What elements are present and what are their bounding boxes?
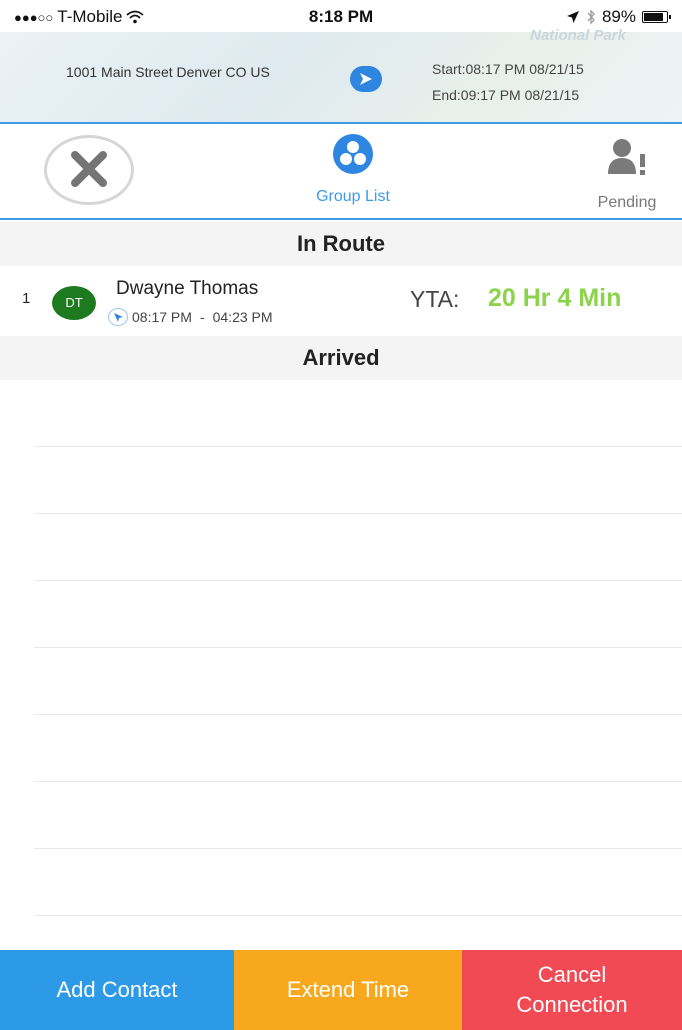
bluetooth-icon [587,9,595,25]
time-window: Start:08:17 PM 08/21/15 End:09:17 PM 08/… [432,56,584,108]
tab-pending-label: Pending [597,194,657,211]
close-icon [71,151,107,187]
route-separator: - [199,309,205,325]
route-start-time: 08:17 PM [132,309,192,325]
close-button[interactable] [44,135,134,205]
route-end-time: 04:23 PM [212,309,273,325]
contact-name: Dwayne Thomas [116,278,259,299]
tab-pending[interactable]: Pending [574,136,680,216]
navigate-arrow-icon[interactable] [350,66,382,92]
extend-time-button[interactable]: Extend Time [234,950,462,1030]
list-divider [34,580,682,581]
list-divider [34,848,682,849]
tab-group-list[interactable]: Group List [290,134,416,214]
cancel-line-2: Connection [516,992,628,1017]
section-arrived: Arrived [0,336,682,380]
cancel-line-1: Cancel [537,962,607,987]
status-right: 89% [566,7,671,27]
start-time: Start:08:17 PM 08/21/15 [432,61,584,77]
cancel-connection-label: Cancel Connection [516,960,627,1020]
battery-percent: 89% [601,7,636,26]
extend-time-label: Extend Time [286,977,410,1002]
battery-icon [642,11,671,23]
yta-label: YTA: [410,286,460,312]
end-time: End:09:17 PM 08/21/15 [432,87,580,103]
list-divider [34,446,682,447]
navigation-arrow-icon [108,308,128,326]
list-divider [34,714,682,715]
cancel-connection-button[interactable]: Cancel Connection [462,950,682,1030]
location-arrow-icon [566,11,579,23]
tab-row: Group List Pending [0,126,682,220]
list-divider [34,781,682,782]
add-contact-button[interactable]: Add Contact [0,950,234,1030]
yta-value: 20 Hr 4 Min [488,284,622,312]
row-index: 1 [22,290,31,307]
map-watermark: National Park [530,27,626,44]
list-divider [34,513,682,514]
avatar: DT [52,286,96,320]
pending-user-icon [604,136,650,180]
list-divider [34,915,682,916]
group-icon [333,134,373,174]
map-header[interactable]: National Park 1001 Main Street Denver CO… [0,28,682,124]
tab-group-list-label: Group List [316,188,390,205]
section-in-route: In Route [0,222,682,266]
list-item[interactable]: 1 DT Dwayne Thomas 08:17 PM - 04:23 PM Y… [0,266,682,334]
list-divider [34,647,682,648]
add-contact-label: Add Contact [56,977,178,1002]
arrived-list [0,380,682,948]
route-times: 08:17 PM - 04:23 PM [108,308,273,326]
bottom-action-bar: Add Contact Extend Time Cancel Connectio… [0,950,682,1030]
destination-address: 1001 Main Street Denver CO US [66,64,270,80]
